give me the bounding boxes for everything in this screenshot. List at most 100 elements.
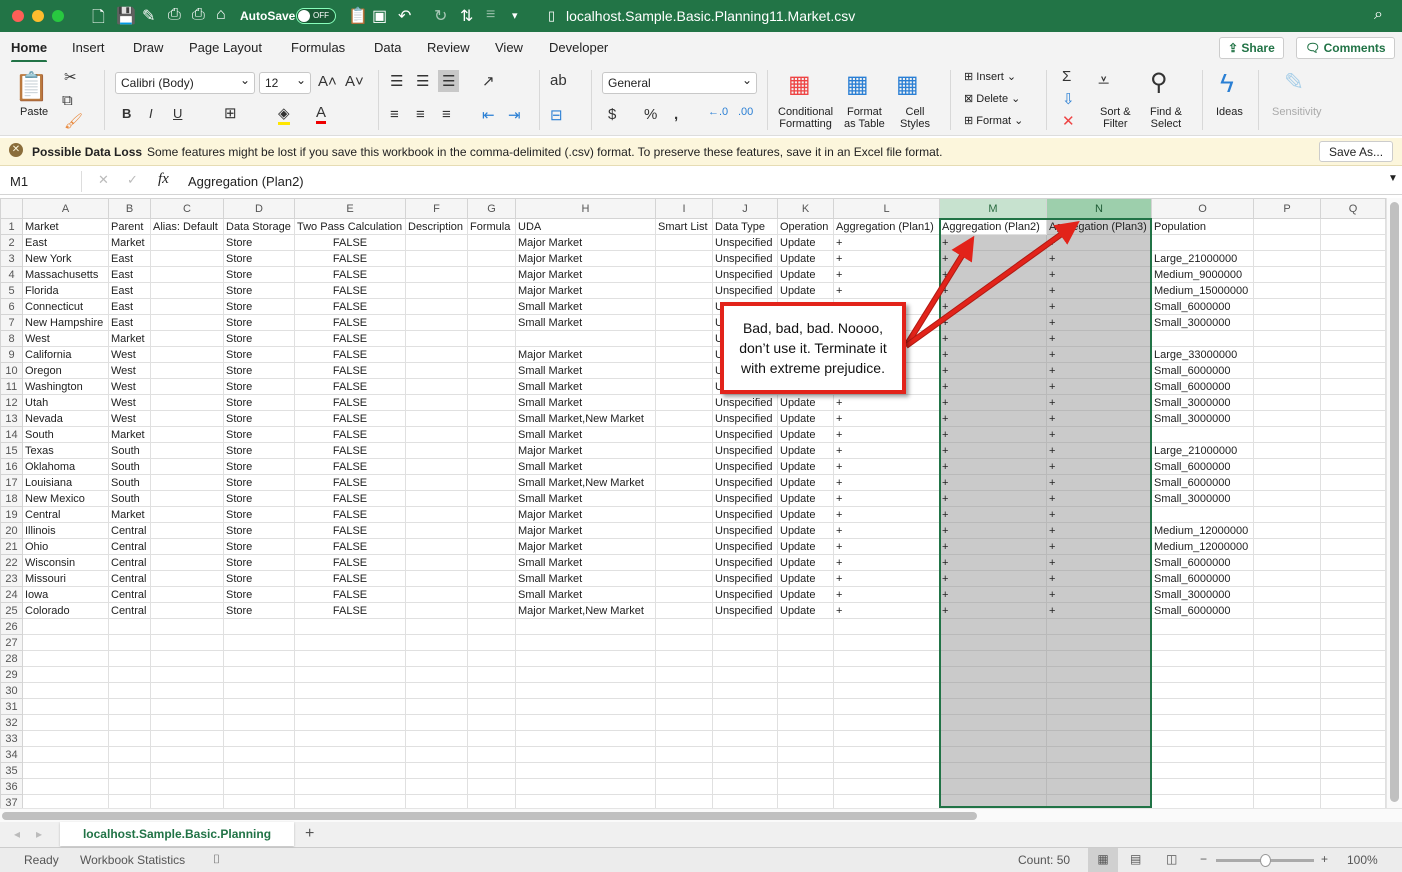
cell-p27[interactable] [1253, 634, 1321, 651]
fill-color-icon[interactable]: ◈ [278, 104, 290, 125]
cell-j12[interactable]: Unspecified [712, 394, 778, 411]
cell-q34[interactable] [1320, 746, 1386, 763]
cell-a14[interactable]: South [22, 426, 109, 443]
cell-f12[interactable] [405, 394, 468, 411]
cell-n20[interactable]: + [1046, 522, 1152, 539]
cell-h33[interactable] [515, 730, 656, 747]
cell-l18[interactable]: + [833, 490, 940, 507]
column-header-f[interactable]: F [405, 198, 468, 219]
cell-q1[interactable] [1320, 218, 1386, 235]
cell-b20[interactable]: Central [108, 522, 151, 539]
cell-b10[interactable]: West [108, 362, 151, 379]
cell-e35[interactable] [294, 762, 406, 779]
cell-q35[interactable] [1320, 762, 1386, 779]
cell-n33[interactable] [1046, 730, 1152, 747]
cell-m10[interactable]: + [939, 362, 1047, 379]
decrease-font-icon[interactable]: A˅ [345, 73, 364, 90]
row-header[interactable]: 4 [0, 266, 23, 283]
cell-i7[interactable] [655, 314, 713, 331]
percent-icon[interactable]: % [644, 106, 657, 123]
cell-d12[interactable]: Store [223, 394, 295, 411]
cell-f28[interactable] [405, 650, 468, 667]
column-header-c[interactable]: C [150, 198, 224, 219]
cell-n10[interactable]: + [1046, 362, 1152, 379]
row-header[interactable]: 5 [0, 282, 23, 299]
cell-m21[interactable]: + [939, 538, 1047, 555]
print-preview-icon[interactable]: ⎙ [168, 6, 181, 24]
cell-h4[interactable]: Major Market [515, 266, 656, 283]
cell-a18[interactable]: New Mexico [22, 490, 109, 507]
cell-a34[interactable] [22, 746, 109, 763]
cell-m35[interactable] [939, 762, 1047, 779]
cell-d27[interactable] [223, 634, 295, 651]
cell-d30[interactable] [223, 682, 295, 699]
cell-n31[interactable] [1046, 698, 1152, 715]
align-center-icon[interactable]: ≡ [416, 106, 425, 123]
cell-o17[interactable]: Small_6000000 [1151, 474, 1254, 491]
cell-e32[interactable] [294, 714, 406, 731]
cell-b5[interactable]: East [108, 282, 151, 299]
print-icon[interactable]: ⎙ [192, 6, 205, 24]
cell-m34[interactable] [939, 746, 1047, 763]
cell-a31[interactable] [22, 698, 109, 715]
italic-button[interactable]: I [149, 106, 153, 121]
cell-q33[interactable] [1320, 730, 1386, 747]
cell-g8[interactable] [467, 330, 516, 347]
zoom-slider-thumb[interactable] [1260, 854, 1271, 867]
cell-e9[interactable]: FALSE [294, 346, 406, 363]
cell-h3[interactable]: Major Market [515, 250, 656, 267]
cell-q4[interactable] [1320, 266, 1386, 283]
cell-e16[interactable]: FALSE [294, 458, 406, 475]
cell-m8[interactable]: + [939, 330, 1047, 347]
cell-f27[interactable] [405, 634, 468, 651]
cell-n29[interactable] [1046, 666, 1152, 683]
find-select-icon[interactable]: ⚲ [1150, 68, 1168, 97]
cell-l3[interactable]: + [833, 250, 940, 267]
cell-j1[interactable]: Data Type [712, 218, 778, 235]
cell-d33[interactable] [223, 730, 295, 747]
search-icon[interactable]: ⌕ [1374, 6, 1383, 24]
cell-a15[interactable]: Texas [22, 442, 109, 459]
cell-q36[interactable] [1320, 778, 1386, 795]
cell-c7[interactable] [150, 314, 224, 331]
increase-decimal-icon[interactable]: ←.0 [708, 106, 728, 118]
cell-c11[interactable] [150, 378, 224, 395]
cell-d21[interactable]: Store [223, 538, 295, 555]
cell-d13[interactable]: Store [223, 410, 295, 427]
cell-m29[interactable] [939, 666, 1047, 683]
cell-d22[interactable]: Store [223, 554, 295, 571]
cell-m31[interactable] [939, 698, 1047, 715]
cell-n19[interactable]: + [1046, 506, 1152, 523]
cell-h23[interactable]: Small Market [515, 570, 656, 587]
cell-e1[interactable]: Two Pass Calculation [294, 218, 406, 235]
cell-m28[interactable] [939, 650, 1047, 667]
insert-function-button[interactable]: fx [158, 171, 169, 188]
cell-q11[interactable] [1320, 378, 1386, 395]
align-bottom-icon[interactable]: ☰ [438, 70, 460, 92]
cell-k32[interactable] [777, 714, 834, 731]
cell-b18[interactable]: South [108, 490, 151, 507]
cell-o26[interactable] [1151, 618, 1254, 635]
cell-f5[interactable] [405, 282, 468, 299]
cell-f17[interactable] [405, 474, 468, 491]
column-header-l[interactable]: L [833, 198, 940, 219]
cell-n17[interactable]: + [1046, 474, 1152, 491]
cell-p2[interactable] [1253, 234, 1321, 251]
cell-q5[interactable] [1320, 282, 1386, 299]
cell-a29[interactable] [22, 666, 109, 683]
cell-g4[interactable] [467, 266, 516, 283]
cell-a9[interactable]: California [22, 346, 109, 363]
cell-i29[interactable] [655, 666, 713, 683]
cell-b26[interactable] [108, 618, 151, 635]
cell-m25[interactable]: + [939, 602, 1047, 619]
autosum-icon[interactable]: Σ [1062, 68, 1071, 85]
cell-p11[interactable] [1253, 378, 1321, 395]
cell-f3[interactable] [405, 250, 468, 267]
cell-b17[interactable]: South [108, 474, 151, 491]
cell-c24[interactable] [150, 586, 224, 603]
cell-j14[interactable]: Unspecified [712, 426, 778, 443]
cell-g31[interactable] [467, 698, 516, 715]
cell-f25[interactable] [405, 602, 468, 619]
cell-n30[interactable] [1046, 682, 1152, 699]
cell-j26[interactable] [712, 618, 778, 635]
